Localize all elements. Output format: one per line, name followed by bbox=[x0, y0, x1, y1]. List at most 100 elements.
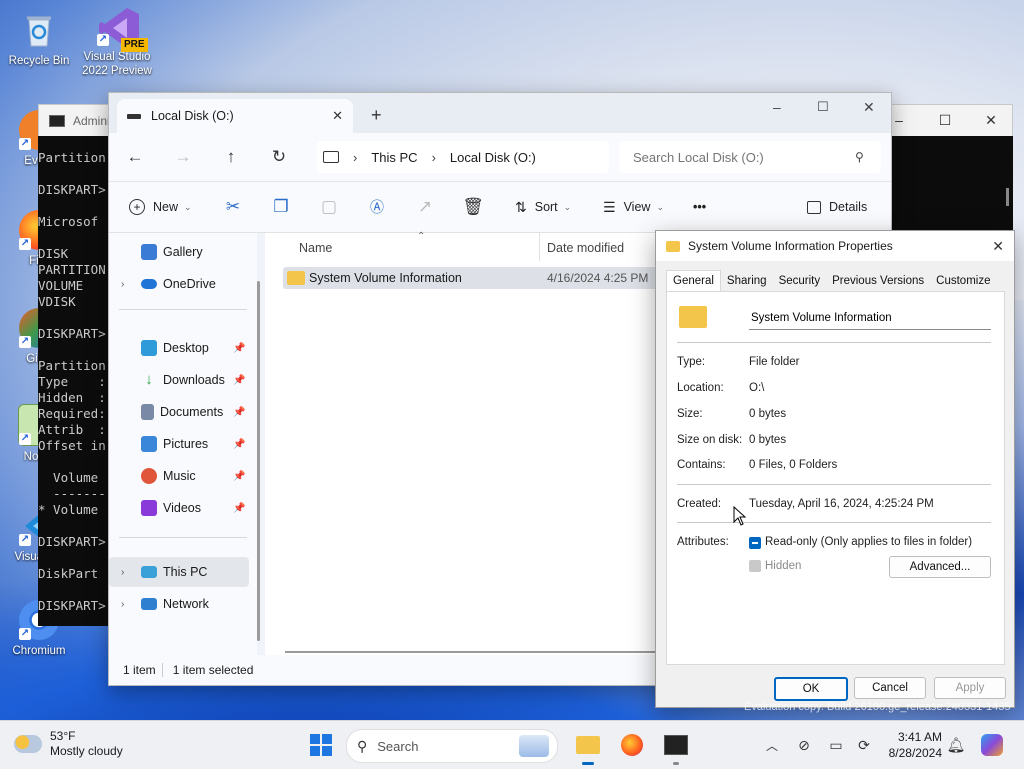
new-button[interactable]: + New ⌄ bbox=[129, 191, 192, 223]
tab-close-icon[interactable]: ✕ bbox=[332, 108, 343, 124]
clock[interactable]: 3:41 AM 8/28/2024 bbox=[884, 729, 942, 761]
sidebar-item-label: Gallery bbox=[163, 245, 203, 259]
weather-widget[interactable]: 53°F Mostly cloudy bbox=[14, 729, 123, 759]
tab-general[interactable]: General bbox=[666, 270, 721, 291]
taskbar-terminal[interactable] bbox=[660, 729, 692, 765]
chevron-down-icon: ⌄ bbox=[184, 201, 192, 212]
hidden-checkbox[interactable] bbox=[749, 560, 761, 572]
hidden-label[interactable]: Hidden bbox=[765, 560, 801, 572]
clock-time: 3:41 AM bbox=[897, 730, 942, 744]
readonly-label[interactable]: Read-only (Only applies to files in fold… bbox=[765, 536, 972, 548]
explorer-minimize-button[interactable]: – bbox=[773, 99, 781, 115]
cmd-close-button[interactable]: ✕ bbox=[968, 104, 1014, 136]
delete-button[interactable]: 🗑 bbox=[457, 191, 489, 223]
shortcut-arrow-icon: ↗ bbox=[19, 336, 31, 348]
new-tab-button[interactable]: + bbox=[371, 105, 382, 126]
chevron-right-icon[interactable]: › bbox=[121, 599, 124, 610]
breadcrumb-local-disk[interactable]: Local Disk (O:) bbox=[450, 150, 536, 165]
sort-button[interactable]: ⇅ Sort ⌄ bbox=[515, 191, 571, 223]
copy-button[interactable]: ❐ bbox=[265, 191, 297, 223]
address-bar[interactable]: › This PC › Local Disk (O:) bbox=[317, 141, 609, 173]
start-button[interactable] bbox=[305, 729, 337, 761]
tab-customize[interactable]: Customize bbox=[930, 271, 996, 291]
sidebar-item-documents[interactable]: Documents 📌 bbox=[109, 397, 249, 427]
divider bbox=[677, 522, 991, 523]
chevron-right-icon[interactable]: › bbox=[121, 567, 124, 578]
sidebar-item-downloads[interactable]: ↓ Downloads 📌 bbox=[109, 365, 249, 395]
search-box[interactable]: ⚲ bbox=[619, 141, 881, 173]
cancel-button[interactable]: Cancel bbox=[854, 677, 926, 699]
dialog-close-button[interactable]: ✕ bbox=[992, 238, 1004, 255]
sidebar-item-videos[interactable]: Videos 📌 bbox=[109, 493, 249, 523]
copilot-button[interactable] bbox=[976, 729, 1008, 761]
tab-sharing[interactable]: Sharing bbox=[721, 271, 773, 291]
sidebar-item-label: Pictures bbox=[163, 437, 209, 451]
tab-local-disk[interactable]: Local Disk (O:) ✕ bbox=[117, 99, 353, 133]
column-header-name[interactable]: Name bbox=[299, 241, 332, 255]
desktop-icon-recycle-bin[interactable]: Recycle Bin bbox=[2, 10, 76, 68]
explorer-navbar: ← → ↑ ↻ › This PC › Local Disk (O:) ⚲ bbox=[109, 133, 891, 182]
view-button[interactable]: ☰ View ⌄ bbox=[603, 191, 664, 223]
sidebar-item-music[interactable]: Music 📌 bbox=[109, 461, 249, 491]
explorer-maximize-button[interactable]: ☐ bbox=[817, 99, 829, 115]
show-hidden-icons-button[interactable]: ︿ bbox=[756, 729, 788, 761]
cut-button[interactable]: ✂ bbox=[217, 191, 249, 223]
cmd-icon bbox=[49, 115, 65, 127]
rename-button[interactable]: Ⓐ bbox=[361, 191, 393, 223]
large-folder-icon bbox=[679, 306, 707, 328]
share-button[interactable]: ↗ bbox=[409, 191, 441, 223]
cloudy-weather-icon bbox=[14, 735, 42, 753]
paste-button[interactable]: ▢ bbox=[313, 191, 345, 223]
notification-bell-icon[interactable]: 🔔︎ bbox=[940, 729, 972, 761]
taskbar-search[interactable]: ⚲ Search bbox=[346, 729, 558, 763]
up-button[interactable]: ↑ bbox=[215, 141, 247, 173]
desktop-icon-visual-studio[interactable]: PRE ↗ Visual Studio 2022 Preview bbox=[80, 6, 154, 78]
cmd-scrollbar[interactable] bbox=[1006, 188, 1009, 206]
sidebar-scrollbar[interactable] bbox=[257, 281, 260, 641]
forward-button[interactable]: → bbox=[167, 141, 199, 173]
breadcrumb-this-pc[interactable]: This PC bbox=[371, 150, 417, 165]
cmd-maximize-button[interactable]: ☐ bbox=[922, 104, 968, 136]
advanced-button[interactable]: Advanced... bbox=[889, 556, 991, 578]
readonly-checkbox[interactable] bbox=[749, 537, 761, 549]
sidebar-item-gallery[interactable]: Gallery bbox=[109, 237, 249, 267]
dialog-title: System Volume Information Properties bbox=[688, 239, 893, 253]
more-options-button[interactable]: ••• bbox=[693, 191, 706, 223]
dialog-titlebar[interactable]: System Volume Information Properties ✕ bbox=[656, 231, 1014, 261]
content-hscrollbar[interactable] bbox=[285, 651, 665, 653]
desktop-folder-icon bbox=[141, 340, 157, 356]
tab-security[interactable]: Security bbox=[773, 271, 827, 291]
refresh-button[interactable]: ↻ bbox=[263, 141, 295, 173]
ok-button[interactable]: OK bbox=[774, 677, 848, 701]
sidebar-item-this-pc[interactable]: › This PC bbox=[109, 557, 249, 587]
tab-previous-versions[interactable]: Previous Versions bbox=[826, 271, 930, 291]
pin-icon: 📌 bbox=[233, 438, 246, 450]
taskbar-file-explorer[interactable] bbox=[572, 729, 604, 765]
sidebar-item-desktop[interactable]: Desktop 📌 bbox=[109, 333, 249, 363]
scissors-icon: ✂ bbox=[225, 197, 241, 216]
column-header-date[interactable]: Date modified bbox=[547, 241, 624, 255]
back-button[interactable]: ← bbox=[119, 141, 151, 173]
recycle-bin-icon bbox=[19, 10, 59, 50]
chevron-right-icon[interactable]: › bbox=[121, 279, 124, 290]
sidebar-item-pictures[interactable]: Pictures 📌 bbox=[109, 429, 249, 459]
properties-dialog[interactable]: System Volume Information Properties ✕ G… bbox=[655, 230, 1015, 708]
chevron-down-icon: ⌄ bbox=[563, 201, 572, 212]
taskbar-firefox[interactable] bbox=[616, 729, 648, 761]
folder-name-input[interactable] bbox=[749, 307, 991, 330]
sidebar-item-onedrive[interactable]: › OneDrive bbox=[109, 269, 249, 299]
desktop-icon-label: Recycle Bin bbox=[8, 55, 70, 67]
plus-icon: + bbox=[129, 199, 145, 215]
details-button[interactable]: Details bbox=[807, 191, 867, 223]
sync-icon[interactable]: ⟳ bbox=[848, 729, 880, 761]
explorer-close-button[interactable]: ✕ bbox=[863, 99, 875, 116]
table-row[interactable]: System Volume Information 4/16/2024 4:25… bbox=[283, 267, 663, 289]
arrow-right-icon: → bbox=[174, 147, 192, 166]
sidebar-item-network[interactable]: › Network bbox=[109, 589, 249, 619]
apply-button[interactable]: Apply bbox=[934, 677, 1006, 699]
sidebar-divider bbox=[119, 537, 247, 538]
size-on-disk-value: 0 bytes bbox=[749, 434, 787, 446]
network-status-icon[interactable]: ⊘ bbox=[788, 729, 820, 761]
visual-studio-icon: PRE ↗ bbox=[97, 6, 148, 52]
search-input[interactable] bbox=[631, 148, 855, 166]
